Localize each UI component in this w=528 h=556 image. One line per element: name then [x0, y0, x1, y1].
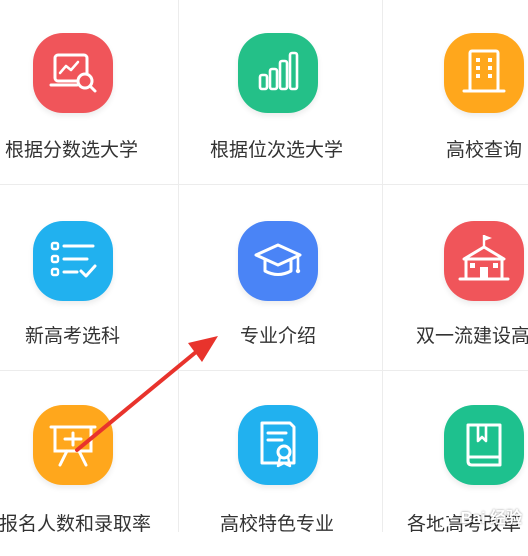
tile-new-gaokao-subjects[interactable]: 新高考选科 — [0, 185, 178, 370]
tile-label: 报名人数和录取率 — [0, 513, 152, 535]
tile-applicants-and-admission-rate[interactable]: 报名人数和录取率 — [0, 371, 178, 556]
watermark: Bai 经验 — [434, 504, 522, 528]
tile-label: 专业介绍 — [240, 325, 317, 347]
tile-college-featured-majors[interactable]: 高校特色专业 — [179, 371, 382, 556]
feature-grid: 根据分数选大学 根据位次选大学 高校查询 新高考选科 专业介绍 双一流建设高 报… — [0, 0, 528, 535]
building-icon — [444, 33, 524, 113]
tile-major-introduction[interactable]: 专业介绍 — [179, 185, 382, 370]
bar-chart-icon — [238, 33, 318, 113]
school-building-icon — [444, 221, 524, 301]
book-icon — [444, 405, 524, 485]
watermark-text: Bai 经验 — [460, 510, 522, 527]
score-chart-magnifier-icon — [33, 33, 113, 113]
tile-college-query[interactable]: 高校查询 — [383, 0, 528, 185]
tile-regional-gaokao-reform[interactable]: 各地高考改革 — [383, 371, 528, 556]
checklist-icon — [33, 221, 113, 301]
tile-label: 新高考选科 — [25, 325, 121, 347]
tile-score-select[interactable]: 根据分数选大学 — [0, 0, 178, 185]
tile-label: 双一流建设高 — [416, 325, 528, 347]
tile-double-first-class[interactable]: 双一流建设高 — [383, 185, 528, 370]
tile-label: 高校特色专业 — [220, 513, 335, 535]
presentation-board-icon — [33, 405, 113, 485]
tile-rank-select[interactable]: 根据位次选大学 — [179, 0, 382, 185]
tile-label: 根据位次选大学 — [210, 139, 344, 161]
certificate-document-icon — [238, 405, 318, 485]
graduation-cap-icon — [238, 221, 318, 301]
tile-label: 根据分数选大学 — [5, 139, 139, 161]
baidu-paw-icon — [436, 510, 454, 527]
tile-label: 高校查询 — [446, 139, 523, 161]
